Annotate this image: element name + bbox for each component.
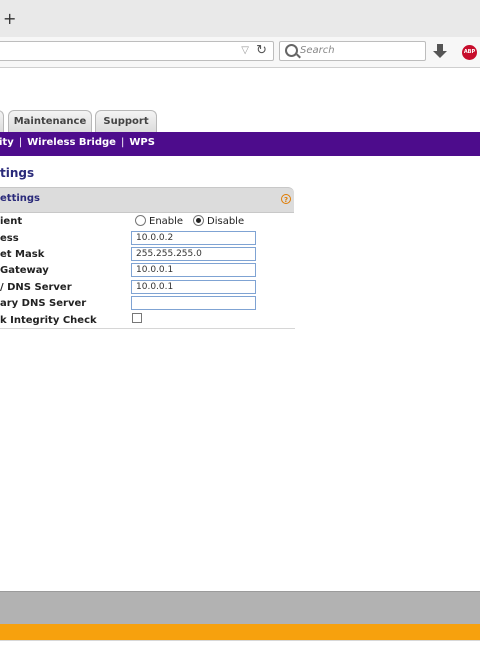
enable-label: Enable [149, 216, 184, 227]
gateway-label: Gateway [0, 265, 49, 276]
search-placeholder: Search [300, 45, 335, 56]
submenu-item-wps[interactable]: WPS [129, 137, 155, 148]
subnet-mask-label: et Mask [0, 249, 45, 260]
gateway-field[interactable]: 10.0.0.1 [131, 263, 256, 277]
footer-button-bar [0, 591, 480, 624]
secondary-dns-label: ary DNS Server [0, 298, 87, 309]
adblock-icon[interactable]: ABP [462, 45, 477, 60]
section-header: ettings ? [0, 187, 294, 213]
ip-address-field[interactable]: 10.0.0.2 [131, 231, 256, 245]
help-icon[interactable]: ? [281, 194, 291, 204]
subnet-mask-field[interactable]: 255.255.255.0 [131, 247, 256, 261]
ip-address-label: ess [0, 233, 19, 244]
plus-icon[interactable]: + [3, 11, 19, 27]
submenu-item-security[interactable]: ity [0, 137, 14, 148]
client-label: ient [0, 216, 23, 227]
page-title: tings [0, 166, 35, 180]
tab-maintenance[interactable]: Maintenance [8, 110, 92, 132]
section-divider [0, 328, 295, 329]
enable-radio[interactable] [135, 215, 146, 226]
submenu-bar: ity | Wireless Bridge | WPS [0, 132, 480, 156]
primary-dns-field[interactable]: 10.0.0.1 [131, 280, 256, 294]
disable-radio[interactable] [193, 215, 204, 226]
search-icon [285, 44, 298, 57]
submenu-separator: | [18, 137, 23, 148]
submenu-item-wireless-bridge[interactable]: Wireless Bridge [27, 137, 116, 148]
dropmarker-icon[interactable]: ▽ [241, 45, 249, 56]
download-icon[interactable] [433, 44, 447, 60]
browser-navbar: ▽ ↻ Search ABP [0, 37, 480, 68]
integrity-check-label: k Integrity Check [0, 315, 97, 326]
reload-icon[interactable]: ↻ [256, 43, 267, 58]
tab-support[interactable]: Support [95, 110, 157, 132]
submenu-separator: | [120, 137, 125, 148]
footer-orange-bar [0, 624, 480, 640]
secondary-dns-field[interactable] [131, 296, 256, 310]
browser-tabstrip: + [0, 0, 480, 38]
section-title: ettings [0, 193, 40, 204]
search-input[interactable]: Search [279, 41, 426, 61]
disable-label: Disable [207, 216, 245, 227]
url-bar[interactable]: ▽ ↻ [0, 41, 274, 61]
integrity-check-checkbox[interactable] [132, 313, 142, 323]
primary-dns-label: / DNS Server [0, 282, 72, 293]
tab-partial[interactable] [0, 110, 4, 132]
